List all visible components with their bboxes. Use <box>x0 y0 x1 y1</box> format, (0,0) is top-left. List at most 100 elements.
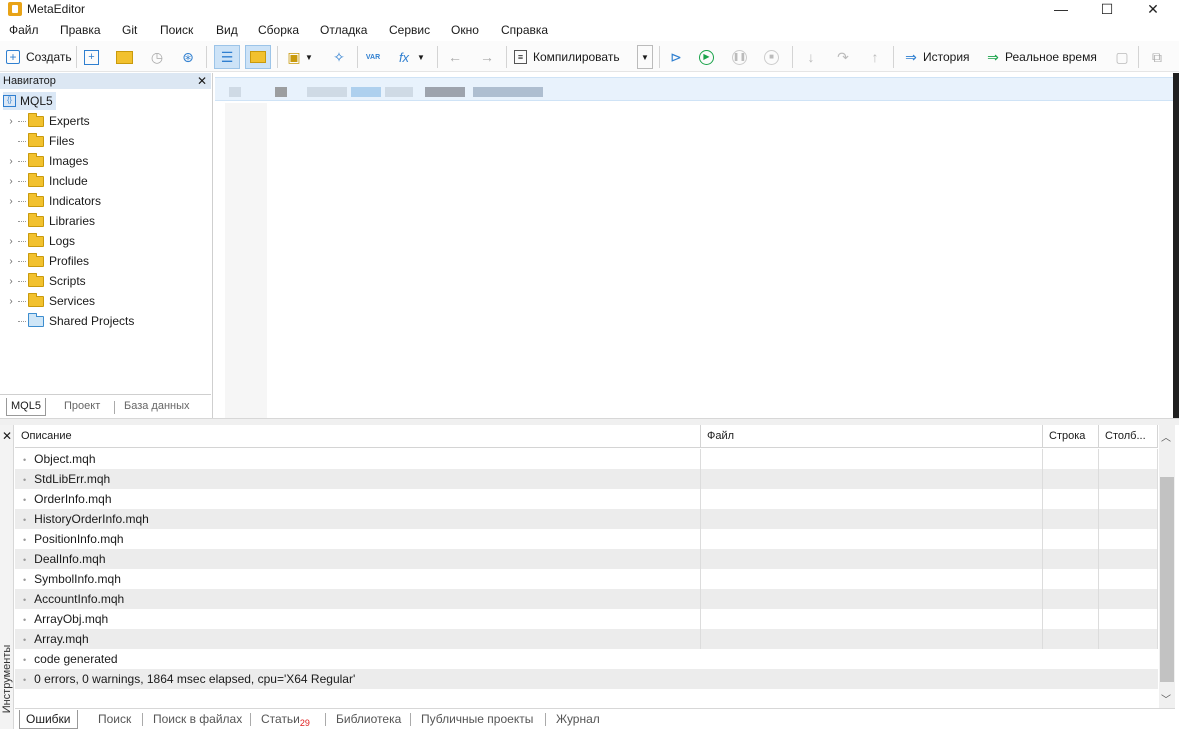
open-button[interactable] <box>116 45 133 69</box>
tab-articles[interactable]: Статьи29 <box>255 710 316 729</box>
insert-variable-button[interactable]: VAR <box>364 45 382 69</box>
chevron-right-icon[interactable]: › <box>4 296 18 307</box>
tree-item-label: Indicators <box>49 194 102 208</box>
forward-button[interactable]: → <box>478 45 496 69</box>
chevron-right-icon[interactable]: › <box>4 176 18 187</box>
tree-item-files[interactable]: Files <box>4 131 74 151</box>
table-row[interactable]: • ArrayObj.mqh <box>15 609 1158 629</box>
cell-description: • 0 errors, 0 warnings, 1864 msec elapsed… <box>15 669 1158 689</box>
chevron-right-icon[interactable]: › <box>4 236 18 247</box>
table-row[interactable]: • Array.mqh <box>15 629 1158 649</box>
step-out-button[interactable]: ↑ <box>866 45 884 69</box>
tab-errors[interactable]: Ошибки <box>19 710 78 729</box>
navigator-toggle-button[interactable] <box>245 45 271 69</box>
table-row[interactable]: • StdLibErr.mqh <box>15 469 1158 489</box>
scroll-down-icon[interactable]: ﹀ <box>1161 691 1171 706</box>
toolbox-toggle-button[interactable]: ☰ <box>214 45 240 69</box>
tab-mql5[interactable]: MQL5 <box>6 398 46 416</box>
chevron-down-icon: ▼ <box>305 52 313 62</box>
column-header-description[interactable]: Описание <box>15 425 701 448</box>
menu-view[interactable]: Вид <box>216 23 238 37</box>
stop-button[interactable]: ■ <box>764 45 779 69</box>
panel-splitter[interactable] <box>0 418 1179 425</box>
realtime-button[interactable]: ⇒ Реальное время <box>984 45 1097 69</box>
debug-history-button[interactable]: ⊳ <box>667 45 685 69</box>
tree-item-images[interactable]: › Images <box>4 151 88 171</box>
tree-item-shared-projects[interactable]: Shared Projects <box>4 311 134 331</box>
menu-edit[interactable]: Правка <box>60 23 101 37</box>
cell-file <box>701 589 1043 609</box>
tab-search-in-files[interactable]: Поиск в файлах <box>147 710 248 729</box>
menu-git[interactable]: Git <box>122 23 137 37</box>
step-into-button[interactable]: ↓ <box>802 45 820 69</box>
maximize-button[interactable]: ☐ <box>1087 0 1127 20</box>
scrollbar-thumb[interactable] <box>1160 477 1174 682</box>
tab-library[interactable]: Библиотека <box>330 710 407 729</box>
table-row[interactable]: • 0 errors, 0 warnings, 1864 msec elapsed… <box>15 669 1158 689</box>
chevron-right-icon[interactable]: › <box>4 196 18 207</box>
pause-button[interactable]: ❚❚ <box>732 45 747 69</box>
chevron-right-icon[interactable]: › <box>4 116 18 127</box>
compile-button[interactable]: ≡ Компилировать <box>514 45 620 69</box>
new-file-button[interactable]: + <box>84 45 99 69</box>
stop-realtime-button[interactable]: ▢ <box>1113 45 1131 69</box>
tree-item-indicators[interactable]: › Indicators <box>4 191 101 211</box>
toolbox-close-icon[interactable]: ✕ <box>2 429 12 443</box>
cell-description: • PositionInfo.mqh <box>15 529 701 549</box>
tree-item-include[interactable]: › Include <box>4 171 88 191</box>
scroll-up-icon[interactable]: ︿ <box>1161 429 1171 444</box>
column-header-line[interactable]: Строка <box>1043 425 1099 448</box>
step-over-button[interactable]: ↷ <box>834 45 852 69</box>
column-header-column[interactable]: Столб... <box>1099 425 1158 448</box>
tab-database[interactable]: База данных <box>120 398 194 416</box>
tab-search[interactable]: Поиск <box>92 710 137 729</box>
close-button[interactable]: ✕ <box>1133 0 1173 20</box>
paste-dropdown-button[interactable]: ▣ ▼ <box>285 45 313 69</box>
chevron-right-icon[interactable]: › <box>4 156 18 167</box>
navigator-close-icon[interactable]: ✕ <box>197 73 207 89</box>
tree-item-logs[interactable]: › Logs <box>4 231 75 251</box>
tree-item-scripts[interactable]: › Scripts <box>4 271 86 291</box>
tree-root-mql5[interactable]: {} MQL5 <box>3 92 56 110</box>
table-row[interactable]: • Object.mqh <box>15 449 1158 469</box>
tree-item-experts[interactable]: › Experts <box>4 111 90 131</box>
tree-root-label: MQL5 <box>20 94 53 108</box>
tree-item-services[interactable]: › Services <box>4 291 95 311</box>
table-row[interactable]: • code generated <box>15 649 1158 669</box>
tree-item-profiles[interactable]: › Profiles <box>4 251 89 271</box>
menu-debug[interactable]: Отладка <box>320 23 367 37</box>
menu-tools[interactable]: Сервис <box>389 23 430 37</box>
ai-assistant-button[interactable]: ✧ <box>330 45 348 69</box>
minimize-button[interactable]: — <box>1041 0 1081 20</box>
chevron-right-icon[interactable]: › <box>4 256 18 267</box>
tree-item-libraries[interactable]: Libraries <box>4 211 95 231</box>
row-description: ArrayObj.mqh <box>34 612 109 626</box>
save-button[interactable]: ◷ <box>148 45 166 69</box>
menu-help[interactable]: Справка <box>501 23 548 37</box>
compile-dropdown-button[interactable]: ▼ <box>637 45 653 69</box>
code-editor[interactable] <box>215 73 1173 418</box>
table-row[interactable]: • DealInfo.mqh <box>15 549 1158 569</box>
tab-journal[interactable]: Журнал <box>550 710 606 729</box>
create-button[interactable]: + Создать <box>6 45 72 69</box>
insert-function-button[interactable]: fx ▼ <box>395 45 425 69</box>
table-row[interactable]: • AccountInfo.mqh <box>15 589 1158 609</box>
history-button[interactable]: ⇒ История <box>902 45 969 69</box>
tab-project[interactable]: Проект <box>60 398 104 416</box>
menu-file[interactable]: Файл <box>9 23 39 37</box>
column-header-file[interactable]: Файл <box>701 425 1043 448</box>
menu-window[interactable]: Окно <box>451 23 479 37</box>
back-button[interactable]: ← <box>446 45 464 69</box>
start-debug-button[interactable]: ▶ <box>699 45 714 69</box>
table-row[interactable]: • PositionInfo.mqh <box>15 529 1158 549</box>
copy-button[interactable]: ⧉ <box>1148 45 1166 69</box>
menu-build[interactable]: Сборка <box>258 23 299 37</box>
tab-public-projects[interactable]: Публичные проекты <box>415 710 539 729</box>
table-row[interactable]: • HistoryOrderInfo.mqh <box>15 509 1158 529</box>
table-row[interactable]: • SymbolInfo.mqh <box>15 569 1158 589</box>
folder-icon <box>28 172 44 187</box>
menu-search[interactable]: Поиск <box>160 23 193 37</box>
download-button[interactable]: ⊛ <box>179 45 197 69</box>
table-row[interactable]: • OrderInfo.mqh <box>15 489 1158 509</box>
chevron-right-icon[interactable]: › <box>4 276 18 287</box>
